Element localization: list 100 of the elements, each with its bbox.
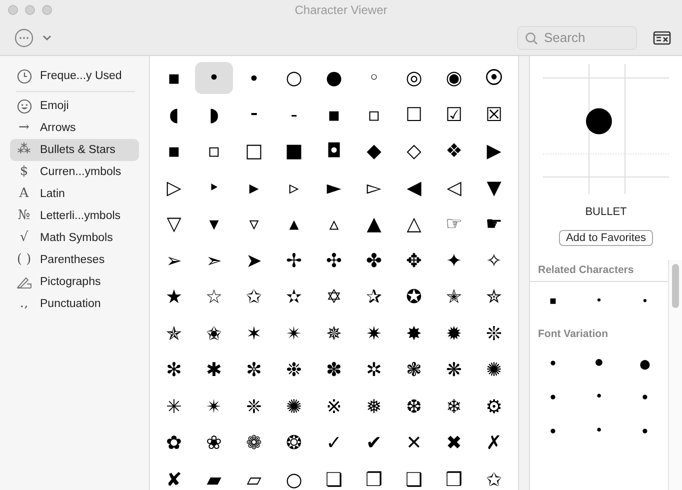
character-cell[interactable]: ❒ [435,464,473,490]
sidebar-item[interactable]: Emoji [10,95,139,117]
character-cell[interactable]: ❖ [435,135,473,167]
character-cell[interactable]: ◖ [155,98,193,130]
character-cell[interactable]: ☐ [395,98,433,130]
character-cell[interactable]: ▻ [355,172,393,204]
character-cell[interactable]: ◁ [435,172,473,204]
character-cell[interactable]: ✓ [315,427,353,459]
character-cell[interactable]: ⁃ [235,98,273,130]
character-cell[interactable]: ▿ [235,208,273,240]
character-cell[interactable]: ◗ [195,98,233,130]
character-cell[interactable]: ▪ [155,135,193,167]
character-cell[interactable]: ▲ [355,208,393,240]
character-cell[interactable]: ✫ [275,281,313,313]
character-cell[interactable]: ▷ [155,172,193,204]
character-cell[interactable]: ✺ [275,390,313,422]
character-cell[interactable]: ✸ [395,318,433,350]
character-cell[interactable]: ✧ [475,244,513,276]
character-cell[interactable]: ▼ [475,172,513,204]
related-character[interactable]: • [596,294,602,306]
character-cell[interactable]: ❉ [275,354,313,386]
character-cell[interactable]: ◉ [435,62,473,94]
character-cell[interactable]: ✰ [355,281,393,313]
character-cell[interactable]: ✽ [315,354,353,386]
character-cell[interactable]: ◎ [395,62,433,94]
more-icon[interactable] [14,28,34,48]
character-cell[interactable]: ‐ [275,98,313,130]
related-character[interactable]: ▪ [549,294,557,306]
character-cell[interactable]: ▴ [275,208,313,240]
character-cell[interactable]: ▸ [235,172,273,204]
character-cell[interactable]: ✬ [195,318,233,350]
font-variant-character[interactable]: • [640,422,650,440]
character-cell[interactable]: ✦ [435,244,473,276]
close-button[interactable] [8,5,18,15]
sidebar-item[interactable]: ․, Punctuation [10,293,139,315]
character-cell[interactable]: ∙ [235,62,273,94]
character-cell[interactable]: ✯ [155,318,193,350]
character-cell[interactable]: ❑ [395,464,433,490]
character-cell[interactable]: ✹ [435,318,473,350]
character-cell[interactable]: ❐ [355,464,393,490]
character-cell[interactable]: ❅ [355,390,393,422]
character-cell[interactable]: ✱ [195,354,233,386]
character-cell[interactable]: ☞ [435,208,473,240]
character-cell[interactable]: ✺ [475,354,513,386]
character-cell[interactable]: • [195,62,233,94]
character-cell[interactable]: ❆ [395,390,433,422]
add-to-favorites-button[interactable]: Add to Favorites [558,230,654,246]
character-cell[interactable]: ◘ [315,135,353,167]
chevron-icon[interactable] [42,34,52,42]
font-variant-character[interactable]: • [548,388,558,406]
character-cell[interactable]: ▫ [355,98,393,130]
character-cell[interactable]: ✢ [275,244,313,276]
character-cell[interactable]: △ [395,208,433,240]
character-cell[interactable]: ☆ [195,281,233,313]
character-cell[interactable]: ★ [155,281,193,313]
font-variant-character[interactable]: • [596,388,602,406]
character-cell[interactable]: ※ [315,390,353,422]
sidebar-item[interactable]: Freque...y Used [10,65,139,87]
character-cell[interactable]: ✮ [475,281,513,313]
character-cell[interactable]: ▫ [195,135,233,167]
character-cell[interactable]: ✖ [435,427,473,459]
character-cell[interactable]: ► [315,172,353,204]
character-cell[interactable]: ✤ [355,244,393,276]
character-cell[interactable]: ▪ [155,62,193,94]
zoom-button[interactable] [42,5,52,15]
character-cell[interactable]: ❋ [435,354,473,386]
character-cell[interactable]: □ [235,135,273,167]
character-cell[interactable]: ▹ [275,172,313,204]
font-variant-character[interactable]: • [548,422,558,440]
character-cell[interactable]: ✵ [315,318,353,350]
character-cell[interactable]: ⚙ [475,390,513,422]
character-cell[interactable]: ✔ [355,427,393,459]
character-cell[interactable]: ❄ [435,390,473,422]
minimize-button[interactable] [25,5,35,15]
character-cell[interactable]: ◇ [395,135,433,167]
character-cell[interactable]: ❏ [315,464,353,490]
character-cell[interactable]: ➣ [195,244,233,276]
character-cell[interactable]: ○ [275,62,313,94]
character-cell[interactable]: ▱ [235,464,273,490]
sidebar-item[interactable]: ( ) Parentheses [10,249,139,271]
character-cell[interactable]: ✭ [435,281,473,313]
font-variant-character[interactable]: ● [640,354,650,372]
sidebar-item[interactable]: → Arrows [10,117,139,139]
character-cell[interactable]: ○ [275,464,313,490]
character-cell[interactable]: ☒ [475,98,513,130]
character-cell[interactable]: ❀ [195,427,233,459]
character-cell[interactable]: ▶ [475,135,513,167]
sidebar-item[interactable]: Pictographs [10,271,139,293]
character-cell[interactable]: ‣ [195,172,233,204]
character-cell[interactable]: ✥ [395,244,433,276]
sidebar-item[interactable]: ⁂ Bullets & Stars [10,139,139,161]
character-cell[interactable]: ❁ [235,427,273,459]
font-variant-character[interactable]: ● [594,354,604,372]
related-character[interactable]: ∙ [642,294,648,306]
character-cell[interactable]: ✪ [395,281,433,313]
character-cell[interactable]: ➤ [235,244,273,276]
font-variant-character[interactable]: • [596,422,602,440]
character-cell[interactable]: ▾ [195,208,233,240]
character-cell[interactable]: ❊ [475,318,513,350]
character-cell[interactable]: ✳ [155,390,193,422]
